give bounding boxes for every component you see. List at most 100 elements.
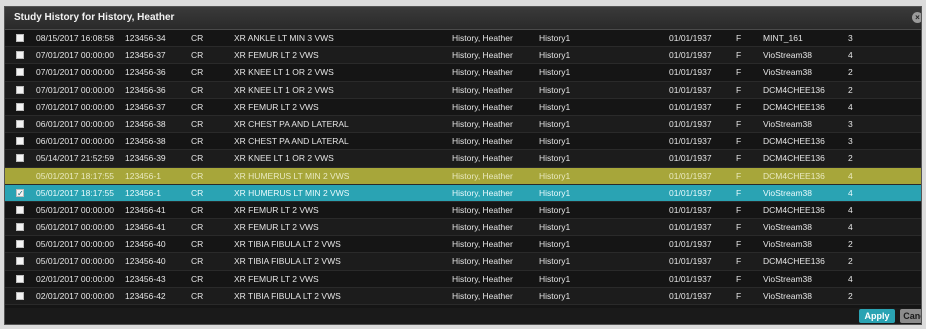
modality-cell: CR — [191, 273, 204, 284]
table-row[interactable]: 05/01/2017 18:17:55 123456-1 CR XR HUMERUS … — [5, 167, 921, 185]
accession-cell: 123456-38 — [125, 118, 166, 129]
table-row[interactable]: 05/01/2017 00:00:00 123456-40 CR XR TIBIA F… — [5, 236, 921, 254]
accession-cell: 123456-39 — [125, 153, 166, 164]
row-checkbox[interactable] — [16, 34, 24, 42]
dob-cell: 01/01/1937 — [669, 187, 712, 198]
sex-cell: F — [736, 204, 742, 215]
table-row[interactable]: ✓ 05/01/2017 18:17:55 123456-1 CR XR HUMERUS… — [5, 184, 921, 202]
patient-id-cell: History1 — [539, 170, 571, 181]
row-checkbox[interactable] — [16, 85, 24, 94]
patient-id-cell: History1 — [539, 136, 571, 147]
sex-cell: F — [736, 153, 742, 164]
patient-name-cell: History, Heather — [452, 118, 513, 129]
patient-id-cell: History1 — [539, 290, 571, 301]
sex-cell: F — [736, 187, 742, 198]
image-count-cell: 4 — [848, 204, 853, 215]
description-cell: XR TIBIA FIBULA LT 2 VWS — [234, 290, 341, 301]
sex-cell: F — [736, 239, 742, 250]
row-checkbox[interactable] — [16, 257, 24, 266]
table-row[interactable]: 07/01/2017 00:00:00 123456-37 CR XR FEMUR L… — [5, 47, 921, 65]
row-checkbox[interactable] — [16, 119, 24, 128]
accession-cell: 123456-40 — [125, 239, 166, 250]
image-count-cell: 2 — [848, 239, 853, 250]
accession-cell: 123456-41 — [125, 204, 166, 215]
archive-cell: VioStream38 — [763, 239, 812, 250]
table-row[interactable]: 08/15/2017 16:08:58 123456-34 CR XR ANKLE L… — [5, 30, 921, 48]
table-row[interactable]: 02/01/2017 00:00:00 123456-42 CR XR TIBIA F… — [5, 287, 921, 305]
description-cell: XR FEMUR LT 2 VWS — [234, 101, 319, 112]
sex-cell: F — [736, 256, 742, 267]
description-cell: XR HUMERUS LT MIN 2 VWS — [234, 187, 350, 198]
patient-name-cell: History, Heather — [452, 239, 513, 250]
modality-cell: CR — [191, 67, 204, 78]
row-checkbox[interactable] — [16, 205, 24, 214]
row-checkbox[interactable]: ✓ — [16, 188, 24, 197]
archive-cell: DCM4CHEE136 — [763, 136, 825, 147]
table-row[interactable]: 07/01/2017 00:00:00 123456-36 CR XR KNEE LT… — [5, 64, 921, 82]
study-date-cell: 05/01/2017 00:00:00 — [36, 204, 114, 215]
archive-cell: VioStream38 — [763, 50, 812, 61]
study-history-table: 08/15/2017 16:08:58 123456-34 CR XR ANKLE L… — [5, 30, 921, 310]
table-row[interactable]: 06/01/2017 00:00:00 123456-38 CR XR CHEST P… — [5, 115, 921, 134]
row-checkbox[interactable] — [16, 102, 24, 111]
dob-cell: 01/01/1937 — [669, 153, 712, 164]
patient-name-cell: History, Heather — [452, 136, 513, 147]
description-cell: XR HUMERUS LT MIN 2 VWS — [234, 170, 350, 181]
study-date-cell: 05/01/2017 00:00:00 — [36, 239, 114, 250]
modality-cell: CR — [191, 290, 204, 301]
study-date-cell: 05/01/2017 00:00:00 — [36, 256, 114, 267]
row-checkbox[interactable] — [16, 240, 24, 249]
accession-cell: 123456-36 — [125, 84, 166, 95]
table-row[interactable]: 05/01/2017 00:00:00 123456-41 CR XR FEMUR L… — [5, 201, 921, 220]
description-cell: XR FEMUR LT 2 VWS — [234, 273, 319, 284]
archive-cell: VioStream38 — [763, 290, 812, 301]
row-checkbox[interactable] — [16, 68, 24, 77]
row-checkbox[interactable] — [16, 291, 24, 300]
dob-cell: 01/01/1937 — [669, 273, 712, 284]
sex-cell: F — [736, 67, 742, 78]
patient-name-cell: History, Heather — [452, 33, 513, 43]
patient-id-cell: History1 — [539, 187, 571, 198]
study-date-cell: 07/01/2017 00:00:00 — [36, 50, 114, 61]
sex-cell: F — [736, 273, 742, 284]
description-cell: XR CHEST PA AND LATERAL — [234, 118, 349, 129]
modality-cell: CR — [191, 33, 204, 43]
dob-cell: 01/01/1937 — [669, 290, 712, 301]
patient-name-cell: History, Heather — [452, 170, 513, 181]
row-checkbox[interactable] — [16, 137, 24, 146]
cancel-button[interactable]: Cancel — [900, 309, 921, 323]
study-date-cell: 07/01/2017 00:00:00 — [36, 67, 114, 78]
table-row[interactable]: 07/01/2017 00:00:00 123456-37 CR XR FEMUR L… — [5, 98, 921, 116]
table-row[interactable]: 05/01/2017 00:00:00 123456-40 CR XR TIBIA F… — [5, 253, 921, 271]
dob-cell: 01/01/1937 — [669, 170, 712, 181]
image-count-cell: 2 — [848, 256, 853, 267]
modality-cell: CR — [191, 50, 204, 61]
table-row[interactable]: 07/01/2017 00:00:00 123456-36 CR XR KNEE LT… — [5, 81, 921, 99]
table-row[interactable]: 05/14/2017 21:52:59 123456-39 CR XR KNEE LT… — [5, 150, 921, 168]
image-count-cell: 4 — [848, 187, 853, 198]
row-checkbox[interactable] — [16, 223, 24, 232]
description-cell: XR CHEST PA AND LATERAL — [234, 136, 349, 147]
patient-name-cell: History, Heather — [452, 153, 513, 164]
patient-id-cell: History1 — [539, 50, 571, 61]
archive-cell: VioStream38 — [763, 118, 812, 129]
sex-cell: F — [736, 222, 742, 233]
description-cell: XR FEMUR LT 2 VWS — [234, 50, 319, 61]
archive-cell: DCM4CHEE136 — [763, 84, 825, 95]
table-row[interactable]: 02/01/2017 00:00:00 123456-43 CR XR FEMUR L… — [5, 270, 921, 288]
close-icon[interactable]: × — [912, 12, 921, 23]
row-checkbox[interactable] — [16, 274, 24, 283]
description-cell: XR ANKLE LT MIN 3 VWS — [234, 33, 334, 43]
archive-cell: VioStream38 — [763, 67, 812, 78]
image-count-cell: 2 — [848, 153, 853, 164]
apply-button[interactable]: Apply — [859, 309, 895, 323]
row-checkbox[interactable] — [16, 154, 24, 163]
accession-cell: 123456-38 — [125, 136, 166, 147]
table-row[interactable]: 06/01/2017 00:00:00 123456-38 CR XR CHEST P… — [5, 133, 921, 151]
row-checkbox[interactable] — [16, 51, 24, 60]
modality-cell: CR — [191, 204, 204, 215]
study-date-cell: 08/15/2017 16:08:58 — [36, 33, 114, 43]
archive-cell: VioStream38 — [763, 273, 812, 284]
table-row[interactable]: 05/01/2017 00:00:00 123456-41 CR XR FEMUR L… — [5, 219, 921, 237]
sex-cell: F — [736, 136, 742, 147]
